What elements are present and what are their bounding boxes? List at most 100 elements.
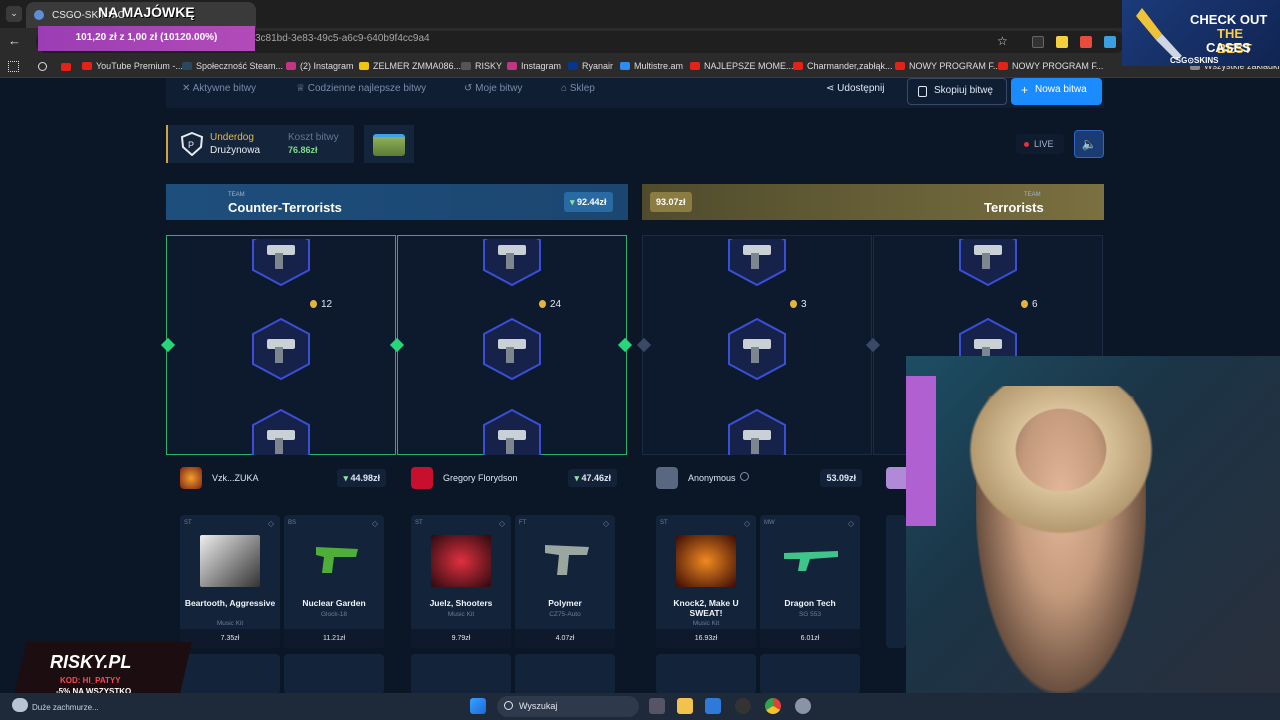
bookmark-item[interactable]: Ryanair: [568, 61, 613, 71]
copy-battle-button[interactable]: Skopiuj bitwę: [907, 78, 1007, 105]
team-label: TEAM: [1024, 192, 1041, 198]
bookmarks-bar: YouTube Premium -... Społeczność Steam..…: [0, 56, 1280, 78]
explorer-icon[interactable]: [677, 698, 693, 714]
coin-icon: [310, 300, 317, 308]
bookmark-item[interactable]: Instagram: [507, 61, 561, 71]
bookmark-item[interactable]: RISKY: [461, 61, 502, 71]
bookmark-item[interactable]: NOWY PROGRAM F...: [895, 61, 1000, 71]
coin-icon: [1021, 300, 1028, 308]
item-card[interactable]: [515, 654, 615, 694]
instagram-icon: [286, 62, 296, 70]
avatar: [411, 467, 433, 489]
back-icon[interactable]: ←: [8, 33, 21, 48]
item-condition: ST: [184, 520, 192, 526]
item-card[interactable]: [760, 654, 860, 694]
settings-icon[interactable]: [795, 698, 811, 714]
task-view-icon[interactable]: [649, 698, 665, 714]
webcam-feed: [906, 356, 1280, 693]
item-name: Polymer: [548, 598, 582, 608]
item-card[interactable]: [886, 515, 906, 648]
shield-icon[interactable]: ◇: [499, 519, 505, 528]
instagram-icon: [507, 62, 517, 70]
item-card[interactable]: ST ◇ Juelz, Shooters Music Kit 9.79zł: [411, 515, 511, 648]
store-icon[interactable]: [705, 698, 721, 714]
team-name: Counter-Terrorists: [228, 200, 342, 215]
steam-icon: [182, 62, 192, 70]
new-battle-button[interactable]: + Nowa bitwa: [1011, 78, 1102, 105]
extension-icon[interactable]: [1104, 36, 1116, 48]
url-text[interactable]: 3c81bd-3e83-49c5-a6c9-640b9f4cc9a4: [255, 33, 430, 44]
player-row[interactable]: Anonymous 53.09zł: [644, 463, 862, 493]
shield-icon[interactable]: ◇: [848, 519, 854, 528]
start-icon[interactable]: [470, 698, 486, 714]
bookmark-item[interactable]: NAJLEPSZE MOME...: [690, 61, 794, 71]
nav-my-battles[interactable]: ↺ Moje bitwy: [464, 83, 522, 94]
bookmark-item[interactable]: YouTube Premium -...: [82, 61, 183, 71]
knife-icon: [1136, 8, 1182, 60]
item-condition: MW: [764, 520, 775, 526]
item-card[interactable]: MW ◇ Dragon Tech SG 553 6.01zł: [760, 515, 860, 648]
bookmark-item[interactable]: (2) Instagram: [286, 61, 354, 71]
weather-icon[interactable]: [12, 698, 28, 712]
item-card[interactable]: [284, 654, 384, 694]
item-card[interactable]: [180, 654, 280, 694]
team-name: Terrorists: [984, 200, 1044, 215]
weather-text[interactable]: Duże zachmurze...: [32, 703, 99, 712]
share-button[interactable]: ⋖ Udostępnij: [826, 83, 884, 94]
info-icon[interactable]: [740, 472, 749, 481]
risky-icon: [461, 62, 471, 70]
item-card[interactable]: BS ◇ Nuclear Garden Glock-18 11.21zł: [284, 515, 384, 648]
item-card[interactable]: ST ◇ Knock2, Make U SWEAT! Music Kit 16.…: [656, 515, 756, 648]
item-type: Music Kit: [692, 620, 720, 627]
bookmark-icon[interactable]: [61, 63, 71, 71]
item-name: Juelz, Shooters: [429, 598, 493, 608]
pistol-image: [545, 545, 589, 575]
bookmark-item[interactable]: NOWY PROGRAM F...: [998, 61, 1103, 71]
bookmark-item[interactable]: Społeczność Steam...: [182, 61, 283, 71]
nav-daily-best[interactable]: ♕ Codzienne najlepsze bitwy: [296, 83, 426, 94]
apps-icon[interactable]: [8, 61, 19, 72]
item-card[interactable]: ST ◇ Beartooth, Aggressive Music Kit 7.3…: [180, 515, 280, 648]
youtube-icon: [690, 62, 700, 70]
battle-mode: Underdog: [210, 132, 254, 143]
shield-icon[interactable]: ◇: [372, 519, 378, 528]
extension-icon[interactable]: [1080, 36, 1092, 48]
extension-icon[interactable]: [1032, 36, 1044, 48]
item-card[interactable]: FT ◇ Polymer CZ75-Auto 4.07zł: [515, 515, 615, 648]
taskbar-search[interactable]: Wyszukaj: [497, 696, 639, 717]
shield-icon[interactable]: ◇: [268, 519, 274, 528]
tab-list-icon[interactable]: ⌄: [6, 6, 22, 22]
chrome-icon[interactable]: [765, 698, 781, 714]
bookmark-item[interactable]: Multistre.am: [620, 61, 683, 71]
bookmark-icon[interactable]: [38, 62, 47, 71]
item-card[interactable]: [411, 654, 511, 694]
bookmark-item[interactable]: Charmander,zabłąk...: [793, 61, 893, 71]
history-icon: ↺: [464, 83, 476, 94]
player-row[interactable]: Gregory Florydson ▾ 47.46zł: [399, 463, 617, 493]
battle-type: Drużynowa: [210, 145, 261, 156]
bookmark-item[interactable]: ZELMER ZMMA086...: [359, 61, 461, 71]
team-total: ▾ 92.44zł: [564, 192, 613, 212]
item-type: CZ75-Auto: [549, 611, 581, 618]
site-nav: ✕ Aktywne bitwy ♕ Codzienne najlepsze bi…: [166, 78, 1104, 108]
case-tile[interactable]: [364, 125, 414, 163]
extension-icon[interactable]: [1056, 36, 1068, 48]
obs-icon[interactable]: [735, 698, 751, 714]
shield-icon[interactable]: ◇: [603, 519, 609, 528]
nav-active-battles[interactable]: ✕ Aktywne bitwy: [182, 83, 256, 94]
youtube-icon: [895, 62, 905, 70]
item-card[interactable]: [656, 654, 756, 694]
nav-shop[interactable]: ⌂ Sklep: [561, 83, 595, 94]
ryanair-icon: [568, 62, 578, 70]
arrow-down-icon: ▾: [570, 197, 578, 207]
shield-icon[interactable]: ◇: [744, 519, 750, 528]
player-row[interactable]: Vzk...ZUKA ▾ 44.98zł: [168, 463, 386, 493]
risky-code: KOD: HI_PATYY: [60, 676, 121, 685]
risky-logo: RISKY.PL: [50, 652, 132, 672]
svg-text:P: P: [188, 140, 194, 150]
reel-item-hexagon-icon: [480, 239, 544, 287]
star-icon[interactable]: ☆: [997, 34, 1008, 48]
sound-toggle-button[interactable]: 🔈: [1074, 130, 1104, 158]
coin-icon: [790, 300, 797, 308]
item-name: Knock2, Make U SWEAT!: [673, 598, 739, 618]
